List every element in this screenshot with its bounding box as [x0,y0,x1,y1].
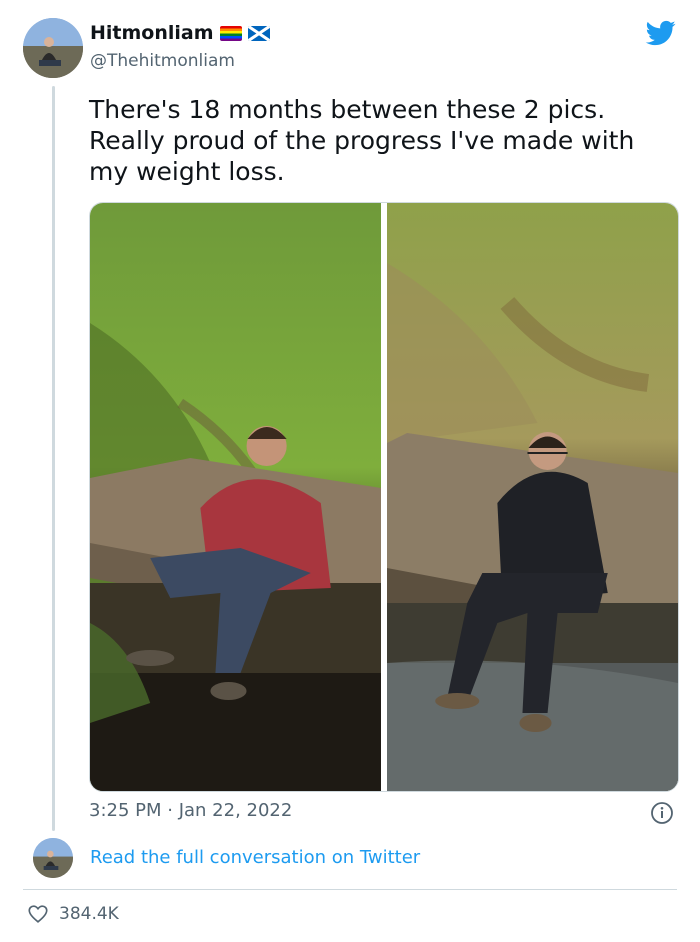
media-grid [89,202,679,792]
after-photo-image [387,203,678,791]
twitter-bird-icon[interactable] [644,18,678,48]
tweet-timestamp[interactable]: 3:25 PM · Jan 22, 2022 [89,800,292,821]
info-icon[interactable] [650,801,674,825]
before-photo-image [90,203,381,791]
author-name[interactable]: Hitmonliam [90,22,270,44]
reply-avatar [33,838,73,878]
rainbow-flag-icon [219,25,242,41]
after-photo[interactable] [387,203,678,791]
before-photo[interactable] [90,203,381,791]
author-handle[interactable]: @Thehitmonliam [90,51,235,71]
read-conversation-link[interactable]: Read the full conversation on Twitter [90,847,420,868]
avatar-photo-icon [33,838,73,878]
like-action[interactable]: 384.4K [27,903,119,925]
divider [23,889,677,890]
thread-connector-line [52,86,55,831]
author-avatar[interactable] [23,18,83,78]
tweet-text: There's 18 months between these 2 pics. … [89,95,635,186]
avatar-photo-icon [23,18,83,78]
display-name: Hitmonliam [90,22,214,44]
scotland-flag-icon [247,25,270,41]
like-count: 384.4K [59,904,119,924]
heart-icon[interactable] [27,903,49,925]
